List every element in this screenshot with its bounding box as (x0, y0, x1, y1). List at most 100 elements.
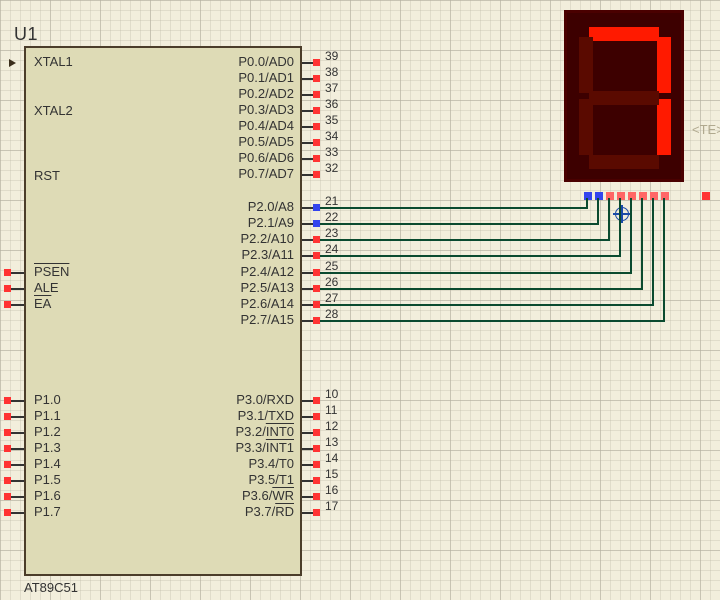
wire[interactable] (652, 198, 654, 306)
pin-label-right: P0.5/AD5 (238, 134, 294, 150)
pin-pad[interactable] (313, 493, 320, 500)
pin-pad[interactable] (313, 171, 320, 178)
pin-stub (302, 142, 313, 144)
pin-number: 33 (325, 144, 338, 160)
pin-stub (11, 432, 24, 434)
pin-pad[interactable] (313, 252, 320, 259)
pin-stub (11, 288, 24, 290)
wire[interactable] (586, 198, 588, 209)
pin-pad[interactable] (313, 91, 320, 98)
pin-number: 39 (325, 48, 338, 64)
pin-pad[interactable] (4, 429, 11, 436)
pin-pad[interactable] (4, 413, 11, 420)
pin-label-right: P0.6/AD6 (238, 150, 294, 166)
pin-pad[interactable] (4, 477, 11, 484)
pin-number: 16 (325, 482, 338, 498)
pin-pad[interactable] (313, 139, 320, 146)
wire[interactable] (630, 198, 632, 274)
pin-number: 10 (325, 386, 338, 402)
pin-pad[interactable] (313, 397, 320, 404)
pin-pad[interactable] (313, 236, 320, 243)
pin-label-right: P3.5/T1 (248, 472, 294, 488)
pin-label-right: P2.3/A11 (241, 247, 294, 263)
pin-label-right: P3.1/TXD (238, 408, 294, 424)
pin-label-right: P3.2/INT0 (235, 424, 294, 440)
wire[interactable] (320, 320, 665, 322)
pin-pad[interactable] (313, 204, 320, 211)
pin-pad[interactable] (313, 269, 320, 276)
pin-pad[interactable] (313, 477, 320, 484)
pin-stub (302, 94, 313, 96)
wire[interactable] (608, 198, 610, 241)
display-extra-pad[interactable] (702, 192, 710, 200)
wire[interactable] (320, 304, 654, 306)
pin-pad[interactable] (313, 220, 320, 227)
pin-arrow-icon (9, 59, 16, 67)
pin-label-right: P0.1/AD1 (238, 70, 294, 86)
pin-label-left: ALE (34, 280, 59, 296)
pin-label-right: P2.1/A9 (248, 215, 294, 231)
pin-pad[interactable] (313, 445, 320, 452)
pin-pad[interactable] (313, 461, 320, 468)
pin-pad[interactable] (313, 107, 320, 114)
pin-stub (11, 480, 24, 482)
pin-number: 37 (325, 80, 338, 96)
pin-stub (302, 255, 313, 257)
pin-pad[interactable] (313, 429, 320, 436)
pin-stub (302, 207, 313, 209)
pin-pad[interactable] (4, 301, 11, 308)
pin-pad[interactable] (313, 59, 320, 66)
pin-number: 34 (325, 128, 338, 144)
pin-pad[interactable] (313, 413, 320, 420)
pin-pad[interactable] (313, 285, 320, 292)
pin-label-right: P3.0/RXD (236, 392, 294, 408)
pin-pad[interactable] (4, 461, 11, 468)
pin-stub (302, 304, 313, 306)
pin-label-left: EA (34, 296, 51, 312)
pin-pad[interactable] (313, 301, 320, 308)
wire[interactable] (619, 198, 621, 257)
pin-label-left: XTAL1 (34, 54, 73, 70)
pin-stub (11, 416, 24, 418)
seven-segment-display[interactable] (564, 10, 684, 182)
pin-pad[interactable] (4, 285, 11, 292)
wire[interactable] (663, 198, 665, 322)
pin-label-right: P2.6/A14 (241, 296, 295, 312)
wire[interactable] (320, 288, 643, 290)
pin-stub (302, 174, 313, 176)
pin-pad[interactable] (4, 445, 11, 452)
pin-pad[interactable] (4, 397, 11, 404)
pin-pad[interactable] (4, 269, 11, 276)
pin-stub (11, 512, 24, 514)
wire[interactable] (641, 198, 643, 290)
pin-pad[interactable] (313, 75, 320, 82)
wire[interactable] (320, 207, 588, 209)
pin-label-left: P1.4 (34, 456, 61, 472)
pin-label-left: RST (34, 168, 60, 184)
pin-pad[interactable] (313, 155, 320, 162)
pin-stub (302, 288, 313, 290)
wire[interactable] (320, 272, 632, 274)
pin-pad[interactable] (4, 509, 11, 516)
wire[interactable] (320, 255, 621, 257)
pin-label-right: P3.6/WR (242, 488, 294, 504)
pin-label-right: P2.4/A12 (241, 264, 295, 280)
pin-stub (302, 496, 313, 498)
pin-stub (302, 432, 313, 434)
wire[interactable] (320, 239, 610, 241)
pin-pad[interactable] (313, 509, 320, 516)
pin-label-left: PSEN (34, 264, 69, 280)
pin-stub (11, 304, 24, 306)
pin-stub (302, 416, 313, 418)
pin-pad[interactable] (4, 493, 11, 500)
pin-pad[interactable] (313, 317, 320, 324)
pin-label-left: P1.7 (34, 504, 61, 520)
pin-number: 35 (325, 112, 338, 128)
pin-stub (302, 320, 313, 322)
pin-stub (302, 126, 313, 128)
wire[interactable] (320, 223, 599, 225)
pin-pad[interactable] (313, 123, 320, 130)
pin-stub (302, 158, 313, 160)
wire[interactable] (597, 198, 599, 225)
pin-label-right: P0.2/AD2 (238, 86, 294, 102)
